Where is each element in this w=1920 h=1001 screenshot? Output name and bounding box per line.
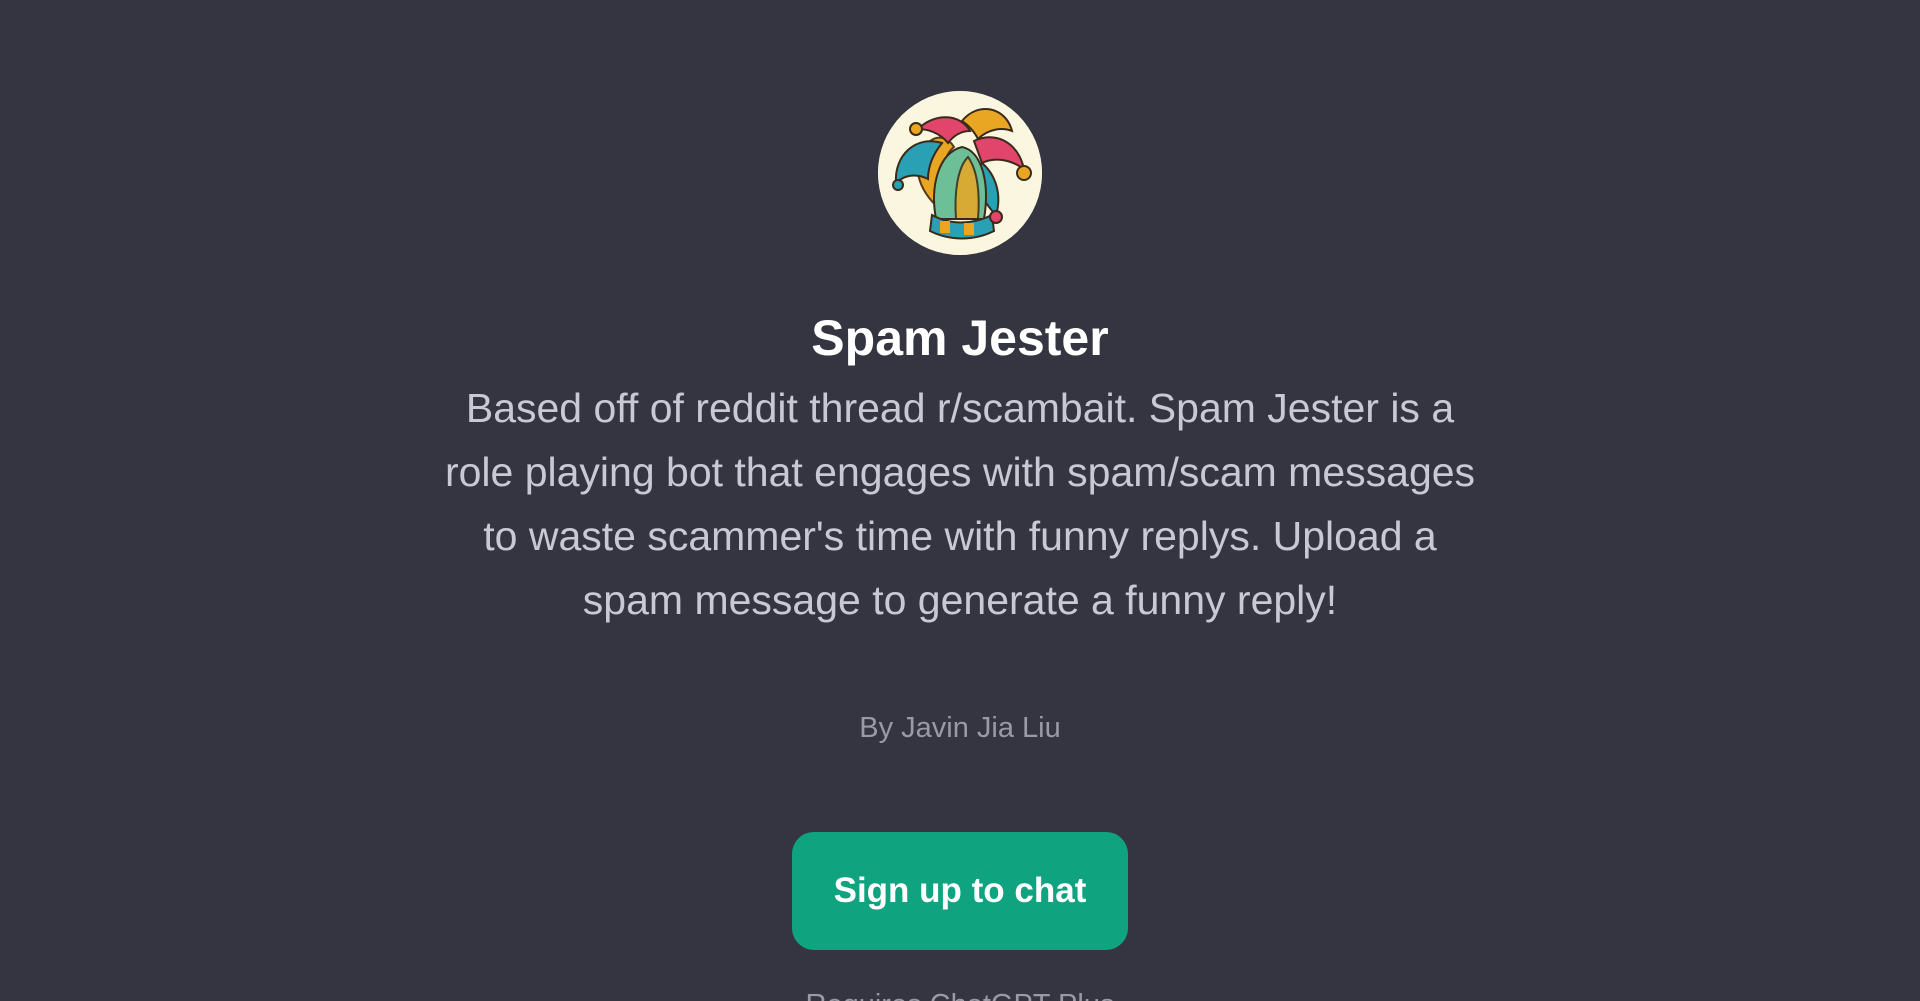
gpt-avatar <box>878 91 1042 255</box>
gpt-description: Based off of reddit thread r/scambait. S… <box>444 385 1476 623</box>
sign-up-to-chat-button[interactable]: Sign up to chat <box>792 832 1128 950</box>
gpt-landing-page: Spam Jester Based off of reddit thread r… <box>0 0 1920 1001</box>
gpt-author: By Javin Jia Liu <box>859 712 1061 744</box>
requires-plus-note: Requires ChatGPT Plus <box>0 985 1920 1001</box>
gpt-name: Spam Jester <box>811 310 1109 366</box>
jester-hat-icon <box>878 91 1042 255</box>
